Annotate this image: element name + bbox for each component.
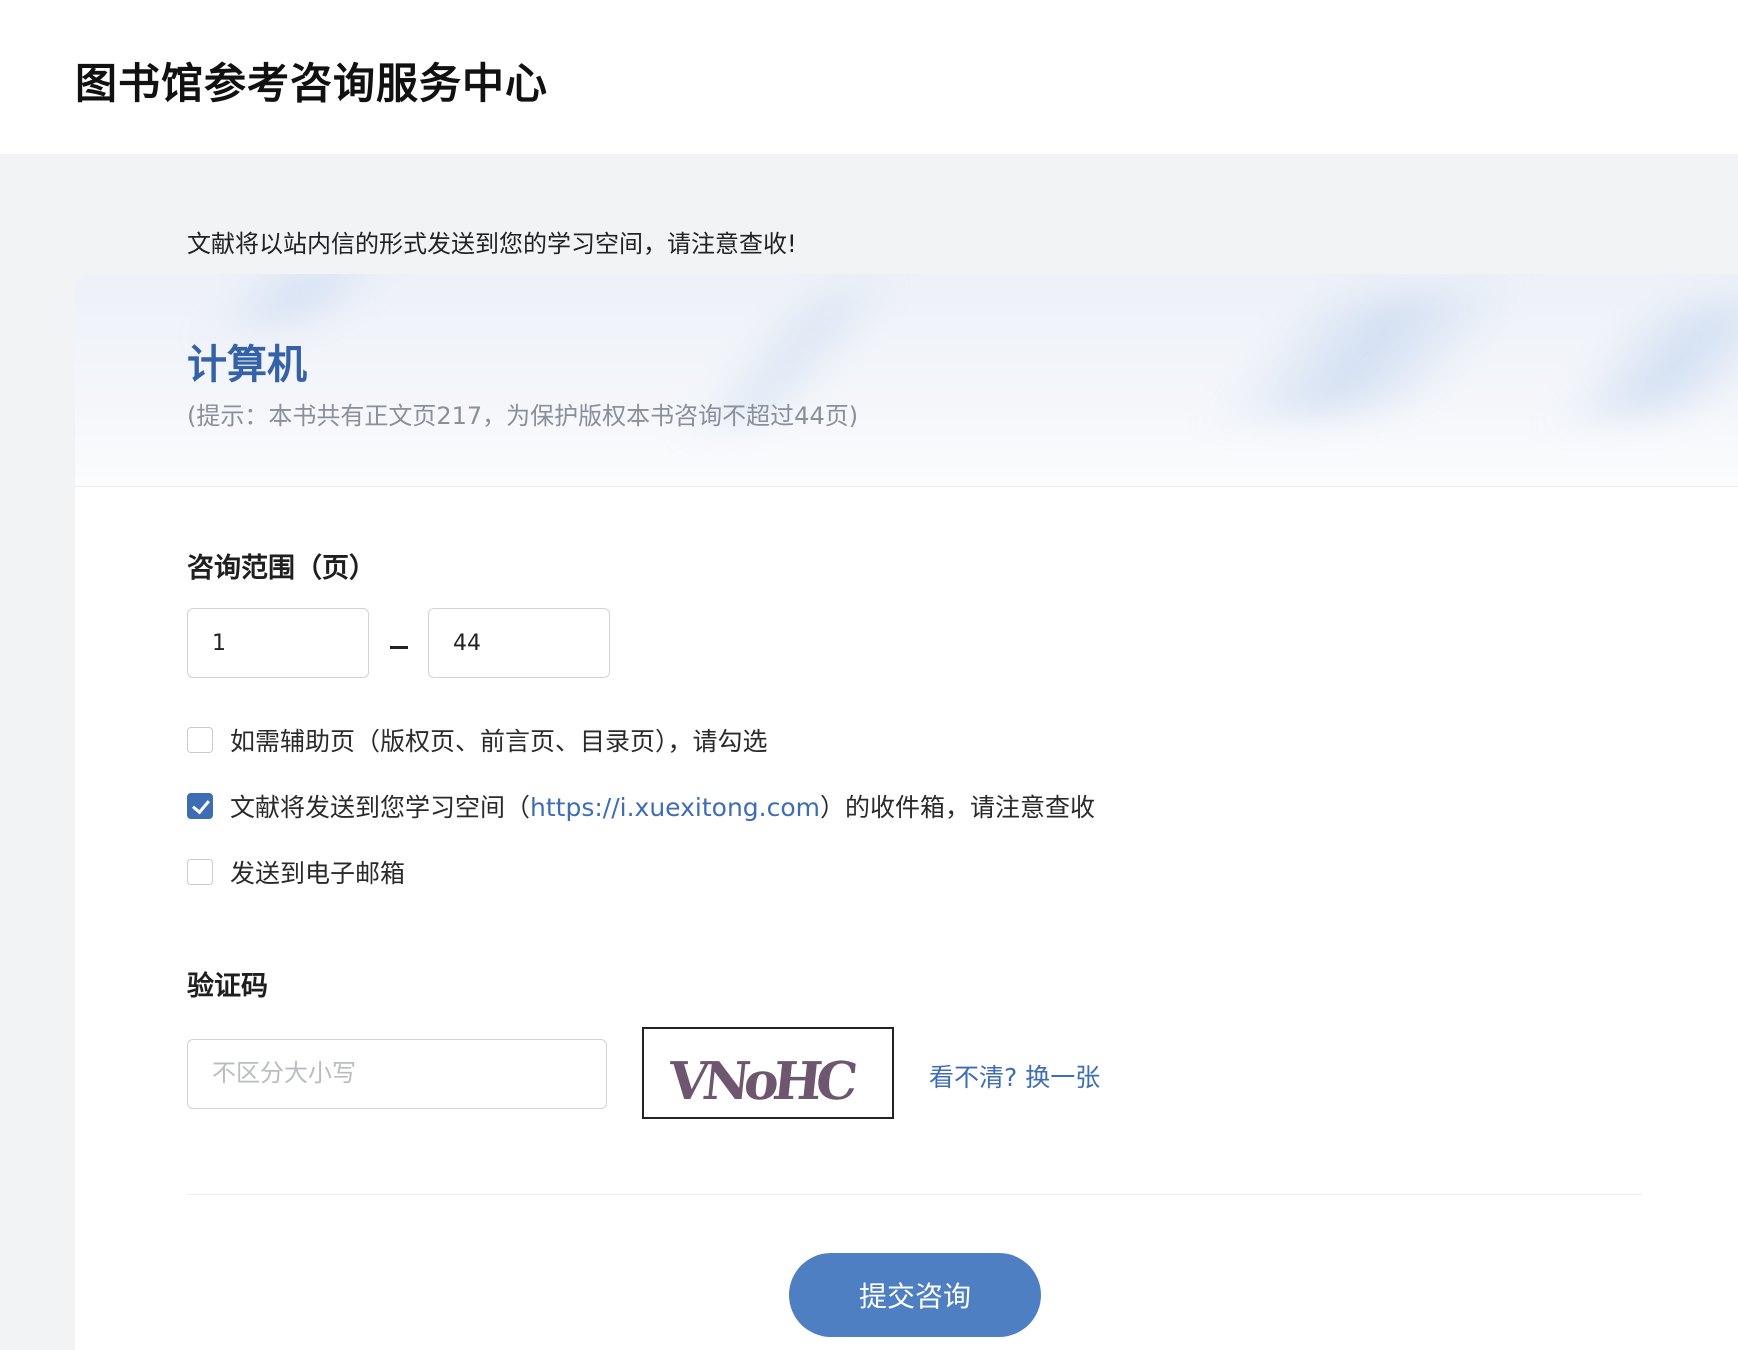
site-title: 图书馆参考咨询服务中心 bbox=[75, 59, 549, 108]
send-email-option[interactable]: 发送到电子邮箱 bbox=[187, 856, 405, 888]
range-from-input[interactable] bbox=[187, 608, 369, 678]
send-space-label-after: ）的收件箱，请注意查收 bbox=[820, 793, 1096, 822]
send-email-checkbox[interactable] bbox=[187, 859, 213, 885]
consult-form-card: 计算机 (提示：本书共有正文页217，为保护版权本书咨询不超过44页) 咨询范围… bbox=[75, 274, 1738, 1350]
captcha-label: 验证码 bbox=[187, 971, 268, 1002]
aux-pages-option[interactable]: 如需辅助页（版权页、前言页、目录页），请勾选 bbox=[187, 724, 768, 756]
book-page-hint: (提示：本书共有正文页217，为保护版权本书咨询不超过44页) bbox=[187, 402, 859, 430]
book-title: 计算机 bbox=[187, 342, 307, 388]
xuexitong-link[interactable]: https://i.xuexitong.com bbox=[530, 793, 820, 822]
delivery-notice: 文献将以站内信的形式发送到您的学习空间，请注意查收! bbox=[187, 230, 797, 258]
form-divider bbox=[187, 1194, 1642, 1195]
captcha-text: VNoHC bbox=[664, 1051, 858, 1112]
send-space-label: 文献将发送到您学习空间（https://i.xuexitong.com）的收件箱… bbox=[230, 788, 1095, 824]
book-info-header: 计算机 (提示：本书共有正文页217，为保护版权本书咨询不超过44页) bbox=[75, 274, 1738, 487]
captcha-glyphs: VNoHC bbox=[664, 1051, 858, 1112]
header-bar: 图书馆参考咨询服务中心 bbox=[0, 0, 1738, 154]
header-decoration bbox=[201, 274, 399, 324]
range-separator bbox=[390, 646, 408, 649]
aux-pages-checkbox[interactable] bbox=[187, 727, 213, 753]
send-email-label: 发送到电子邮箱 bbox=[230, 859, 406, 888]
send-space-checkbox[interactable] bbox=[187, 793, 213, 819]
aux-pages-label: 如需辅助页（版权页、前言页、目录页），请勾选 bbox=[230, 727, 768, 756]
send-space-label-before: 文献将发送到您学习空间（ bbox=[230, 793, 531, 822]
range-label: 咨询范围（页） bbox=[187, 553, 376, 584]
header-decoration bbox=[1208, 294, 1522, 414]
captcha-input[interactable] bbox=[187, 1039, 607, 1109]
captcha-refresh-link[interactable]: 看不清? 换一张 bbox=[929, 1058, 1100, 1094]
send-space-option[interactable]: 文献将发送到您学习空间（https://i.xuexitong.com）的收件箱… bbox=[187, 790, 1095, 822]
captcha-image[interactable]: VNoHC bbox=[642, 1027, 894, 1119]
range-to-input[interactable] bbox=[428, 608, 610, 678]
submit-button[interactable]: 提交咨询 bbox=[789, 1253, 1041, 1337]
header-decoration bbox=[1552, 304, 1738, 414]
